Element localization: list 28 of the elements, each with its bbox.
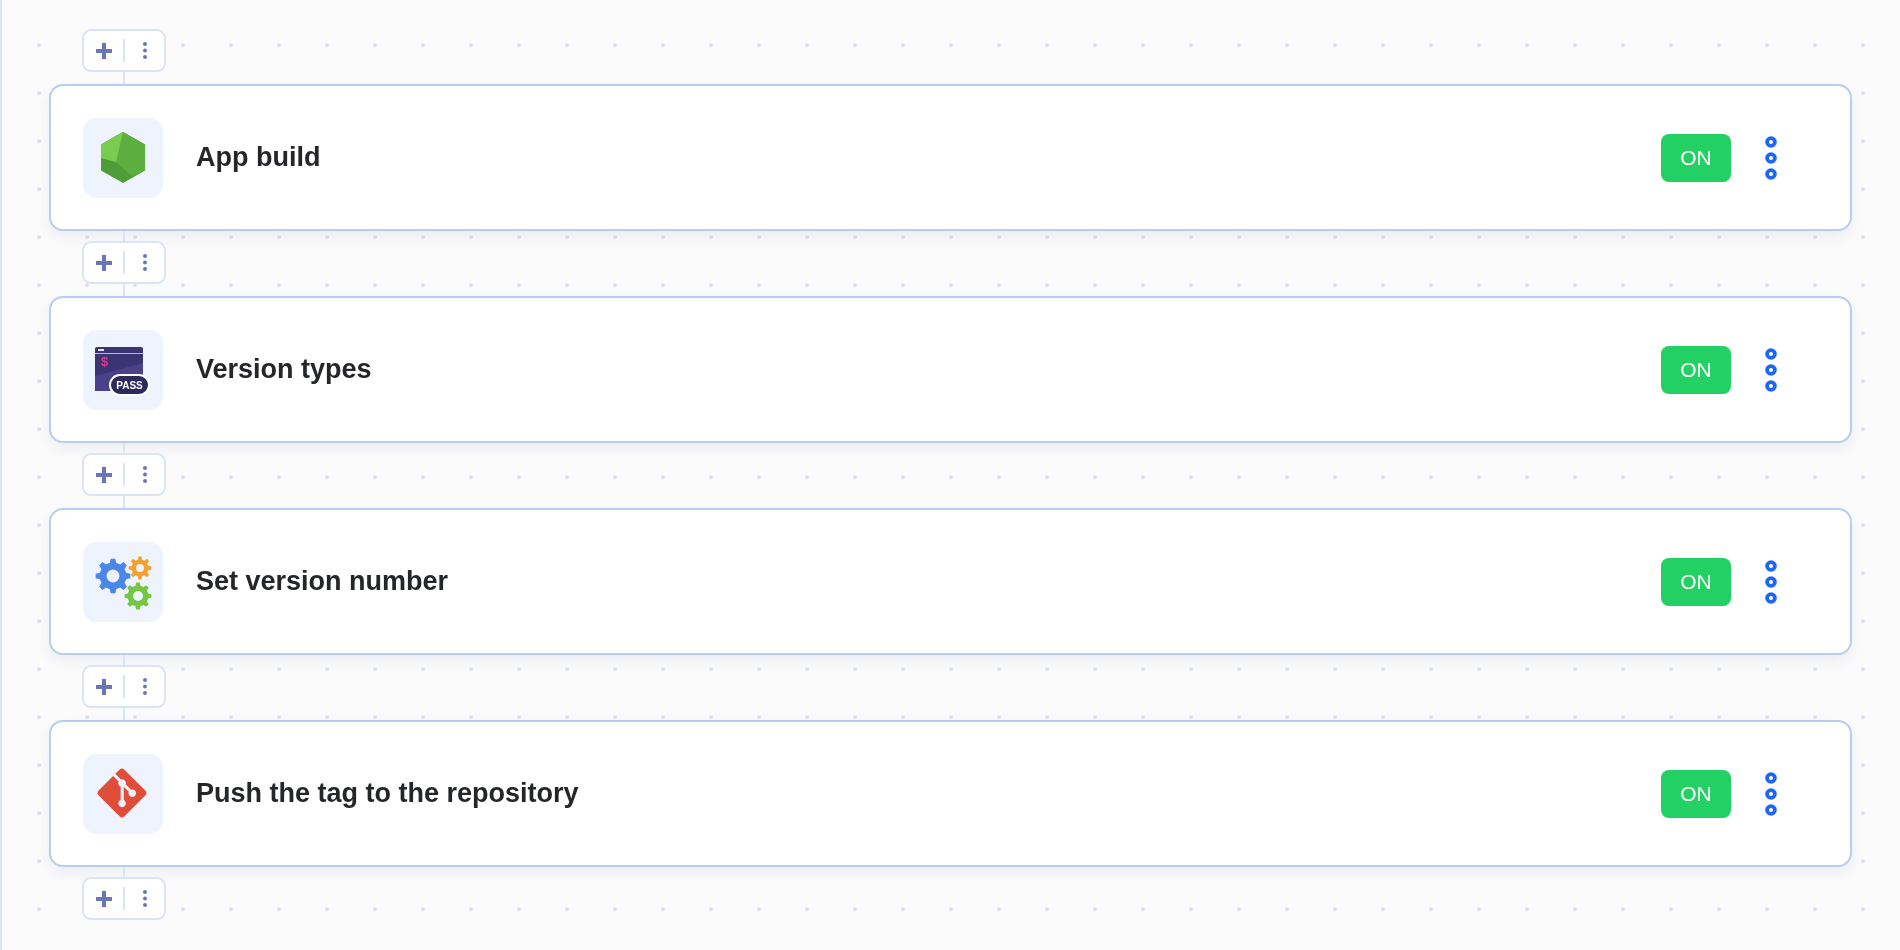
step-card[interactable]: App build ON [49, 84, 1852, 231]
plus-icon [95, 466, 112, 483]
step-menu-button[interactable] [1765, 771, 1777, 816]
kebab-menu-icon [1765, 347, 1777, 392]
kebab-menu-icon [1765, 135, 1777, 180]
step-card[interactable]: Set version number ON [49, 508, 1852, 655]
step-menu-button[interactable] [1765, 559, 1777, 604]
step-card[interactable]: $ PASS Version types ON [49, 296, 1852, 443]
vertical-dots-icon [142, 678, 147, 695]
step-card[interactable]: Push the tag to the repository ON [49, 720, 1852, 867]
gears-icon [83, 541, 163, 622]
vertical-dots-icon [142, 890, 147, 907]
kebab-menu-icon [1765, 559, 1777, 604]
plus-icon [95, 890, 112, 907]
vertical-dots-icon [142, 466, 147, 483]
plus-icon [95, 678, 112, 695]
step-menu-button[interactable] [1765, 347, 1777, 392]
step-title: Push the tag to the repository [196, 778, 580, 809]
step-menu-button[interactable] [1765, 135, 1777, 180]
kebab-menu-icon [1765, 771, 1777, 816]
step-title: App build [196, 142, 322, 173]
step-title: Set version number [196, 566, 450, 597]
plus-icon [95, 254, 112, 271]
step-title: Version types [196, 354, 373, 385]
vertical-dots-icon [142, 42, 147, 59]
terminal-pass-icon: $ PASS [83, 329, 163, 410]
vertical-dots-icon [142, 254, 147, 271]
plus-icon [95, 42, 112, 59]
